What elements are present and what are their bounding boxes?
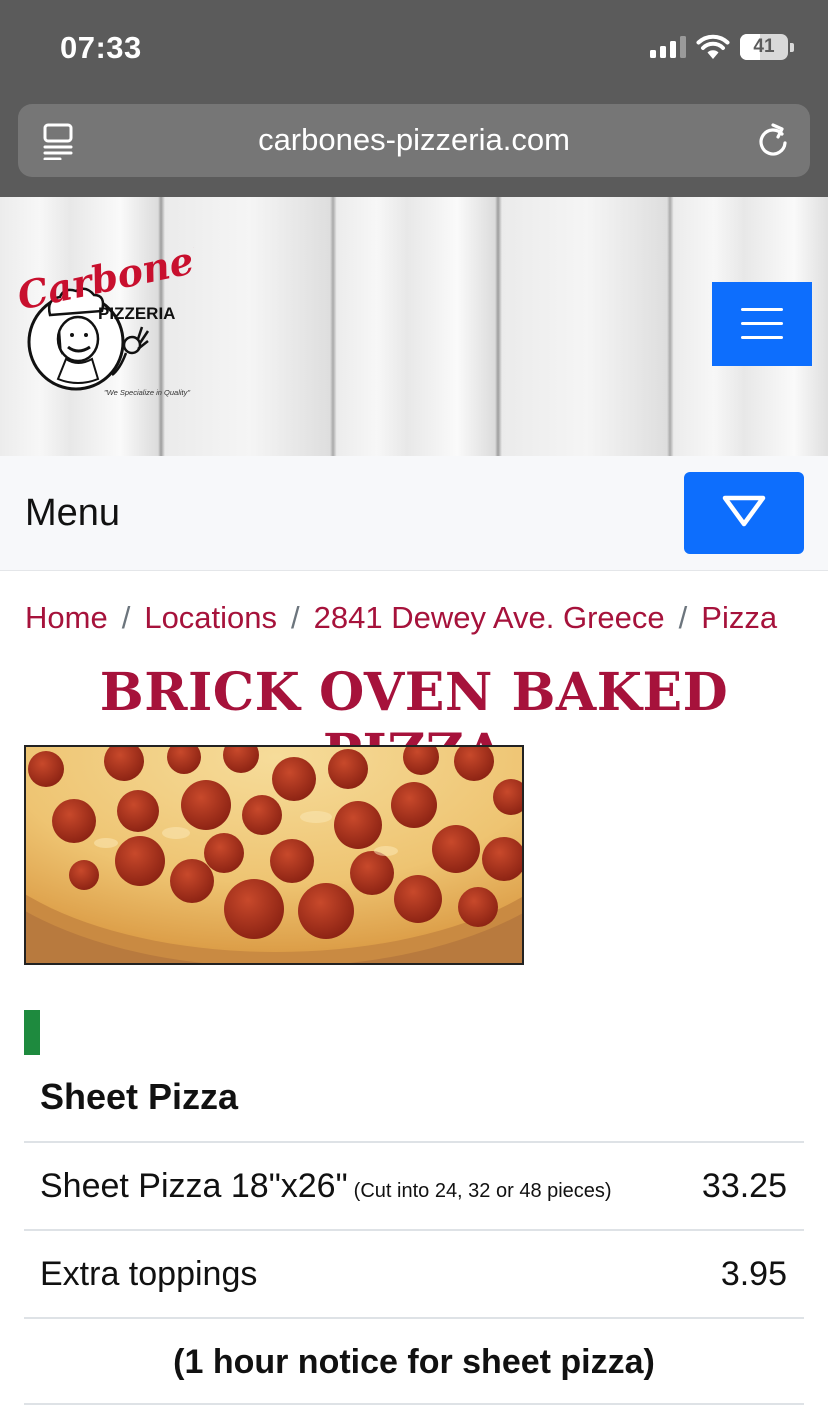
pizza-photo <box>24 745 524 965</box>
item-price: 33.25 <box>701 1167 787 1205</box>
breadcrumb-home[interactable]: Home <box>25 600 108 635</box>
hamburger-menu-button[interactable] <box>712 282 812 366</box>
item-note: (Cut into 24, 32 or 48 pieces) <box>353 1180 612 1202</box>
item-name: Sheet Pizza 18"x26" (Cut into 24, 32 or 4… <box>40 1167 612 1206</box>
pepperoni-pizza-image <box>26 747 522 963</box>
menu-dropdown-button[interactable] <box>684 472 804 554</box>
battery-icon: 41 <box>740 34 788 60</box>
menu-table: Sheet Pizza 18"x26" (Cut into 24, 32 or 4… <box>24 1141 804 1405</box>
triangle-down-icon <box>722 495 766 527</box>
status-time: 07:33 <box>60 30 142 65</box>
menu-label: Menu <box>25 492 121 534</box>
browser-chrome: 07:33 41 carbones-pizzeria.com <box>0 0 828 197</box>
reload-icon[interactable] <box>756 121 790 159</box>
breadcrumb-separator: / <box>121 600 131 635</box>
section-title: Sheet Pizza <box>40 1076 239 1117</box>
breadcrumb-location-address[interactable]: 2841 Dewey Ave. Greece <box>314 600 665 635</box>
site-header: Carbone's PIZZERIA "We Specialize in Qua… <box>0 197 828 456</box>
table-row: Extra toppings 3.95 <box>24 1229 804 1317</box>
breadcrumb-separator: / <box>291 600 300 635</box>
table-row: Sheet Pizza 18"x26" (Cut into 24, 32 or 4… <box>24 1141 804 1229</box>
section-accent-bar <box>24 1010 40 1055</box>
address-bar[interactable]: carbones-pizzeria.com <box>18 104 810 177</box>
url-text[interactable]: carbones-pizzeria.com <box>18 122 810 158</box>
table-row: (1 hour notice for sheet pizza) <box>24 1317 804 1405</box>
breadcrumb-locations[interactable]: Locations <box>144 600 277 635</box>
item-name: Extra toppings <box>40 1255 258 1293</box>
item-name-text: Sheet Pizza 18"x26" <box>40 1167 348 1205</box>
status-icons: 41 <box>650 34 794 60</box>
logo-tagline: "We Specialize in Quality" <box>104 388 190 397</box>
wifi-icon <box>696 34 730 59</box>
breadcrumb: Home / Locations / 2841 Dewey Ave. Greece / Pi… <box>25 600 777 636</box>
breadcrumb-pizza[interactable]: Pizza <box>701 600 777 635</box>
item-price: 3.95 <box>720 1255 787 1293</box>
carbones-logo[interactable]: Carbone's PIZZERIA "We Specialize in Qua… <box>14 247 194 402</box>
logo-subtitle: PIZZERIA <box>98 304 175 323</box>
battery-level: 41 <box>753 36 775 57</box>
breadcrumb-separator: / <box>678 600 688 635</box>
sheet-pizza-notice: (1 hour notice for sheet pizza) <box>173 1343 655 1381</box>
cellular-signal-icon <box>650 36 686 58</box>
menu-bar: Menu <box>0 456 828 571</box>
